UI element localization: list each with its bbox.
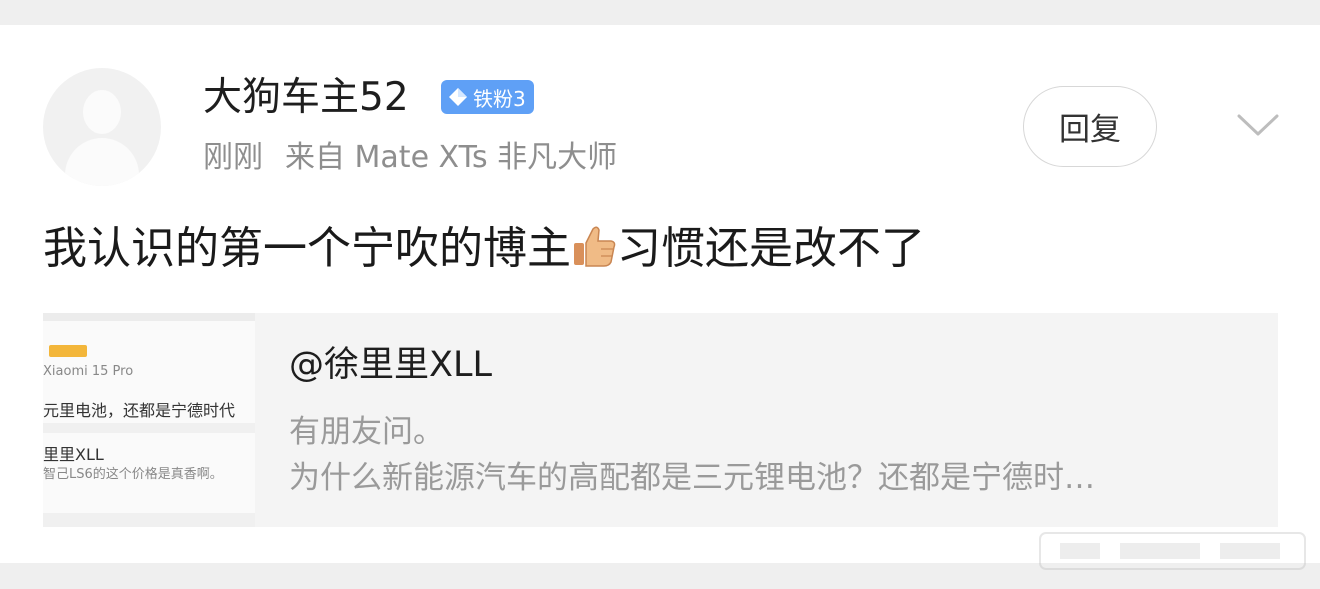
post-text-part1: 我认识的第一个宁吹的博主 (43, 223, 571, 274)
thumbnail-title: 元里电池，还都是宁德时代 (43, 401, 236, 420)
badge-label: 铁粉3 (473, 86, 526, 111)
comment-card: 大狗车主52 铁粉3 刚刚 来自 Mate XTs 非凡大师 回复 我认识的第一个… (0, 25, 1320, 563)
thumbs-up-emoji-icon (574, 226, 616, 267)
thumbnail-divider (43, 423, 255, 433)
post-text-part2: 习惯还是改不了 (617, 223, 925, 274)
chevron-down-icon[interactable] (1236, 111, 1280, 139)
fan-badge[interactable]: 铁粉3 (441, 80, 534, 114)
avatar-head-shape (83, 90, 121, 134)
quoted-post-line1: 有朋友问。 (289, 414, 444, 450)
thumbnail-tag (49, 345, 87, 357)
thumbnail-bottombar (43, 513, 255, 527)
watermark-icon (1039, 532, 1306, 570)
quoted-post-line2: 为什么新能源汽车的高配都是三元锂电池？还都是宁德时… (289, 460, 1095, 496)
post-source: 来自 Mate XTs 非凡大师 (285, 140, 618, 175)
thumbnail-device: Xiaomi 15 Pro (43, 364, 134, 379)
thumbnail-user: 里里XLL (43, 445, 104, 464)
avatar-body-shape (65, 138, 139, 186)
username[interactable]: 大狗车主52 (203, 75, 409, 121)
quoted-post-user[interactable]: @徐里里XLL (289, 343, 492, 387)
post-meta: 刚刚 来自 Mate XTs 非凡大师 (203, 138, 617, 178)
thumbnail-topbar (43, 313, 255, 321)
post-time: 刚刚 (203, 140, 263, 175)
post-text: 我认识的第一个宁吹的博主 习惯还是改不了 (43, 222, 925, 276)
diamond-icon (449, 88, 467, 106)
quoted-post-thumbnail[interactable]: Xiaomi 15 Pro 元里电池，还都是宁德时代 里里XLL 智己LS6的这… (43, 313, 255, 527)
reply-button[interactable]: 回复 (1023, 86, 1157, 167)
avatar[interactable] (43, 68, 161, 186)
quoted-post[interactable]: Xiaomi 15 Pro 元里电池，还都是宁德时代 里里XLL 智己LS6的这… (43, 313, 1278, 527)
thumbnail-text: 智己LS6的这个价格是真香啊。 (43, 467, 223, 482)
